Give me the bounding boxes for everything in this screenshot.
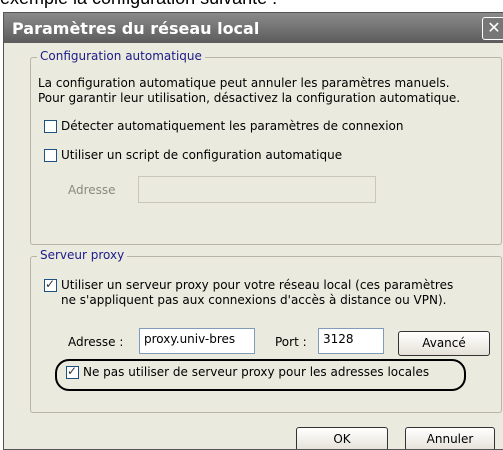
bypass-local-checkbox[interactable] xyxy=(66,364,79,379)
use-proxy-label-line1[interactable]: Utiliser un serveur proxy pour votre rés… xyxy=(61,278,453,292)
proxy-port-input[interactable]: 3128 xyxy=(318,328,384,354)
script-address-label: Adresse xyxy=(68,183,116,197)
proxy-address-label: Adresse : xyxy=(68,335,124,349)
dialog-title: Paramètres du réseau local xyxy=(12,19,260,38)
caption-text: exemple la configuration suivante : xyxy=(0,0,277,9)
lan-settings-dialog: Paramètres du réseau local ✕ Configurati… xyxy=(3,12,503,450)
use-proxy-label-line2: ne s'appliquent pas aux connexions d'acc… xyxy=(61,293,447,307)
bypass-local-label[interactable]: Ne pas utiliser de serveur proxy pour le… xyxy=(83,365,429,379)
auto-config-description-line1: La configuration automatique peut annule… xyxy=(38,76,450,90)
auto-config-script-checkbox[interactable] xyxy=(44,149,57,162)
script-address-input[interactable] xyxy=(138,176,376,203)
close-icon[interactable]: ✕ xyxy=(482,17,503,40)
detect-settings-label[interactable]: Détecter automatiquement les paramètres … xyxy=(61,119,404,133)
auto-config-description-line2: Pour garantir leur utilisation, désactiv… xyxy=(38,91,461,105)
title-bar[interactable]: Paramètres du réseau local ✕ xyxy=(4,13,503,43)
use-proxy-checkbox[interactable] xyxy=(44,277,57,292)
detect-settings-checkbox[interactable] xyxy=(44,120,57,133)
dialog-body: Configuration automatique La configurati… xyxy=(4,43,503,449)
cancel-button[interactable]: Annuler xyxy=(405,427,495,449)
auto-config-script-label[interactable]: Utiliser un script de configuration auto… xyxy=(61,148,342,162)
ok-button[interactable]: OK xyxy=(296,427,388,449)
auto-config-legend: Configuration automatique xyxy=(37,49,205,63)
advanced-button[interactable]: Avancé xyxy=(398,331,490,356)
proxy-address-input[interactable]: proxy.univ-bres xyxy=(139,328,255,354)
proxy-port-label: Port : xyxy=(275,335,307,349)
proxy-server-legend: Serveur proxy xyxy=(37,248,128,262)
